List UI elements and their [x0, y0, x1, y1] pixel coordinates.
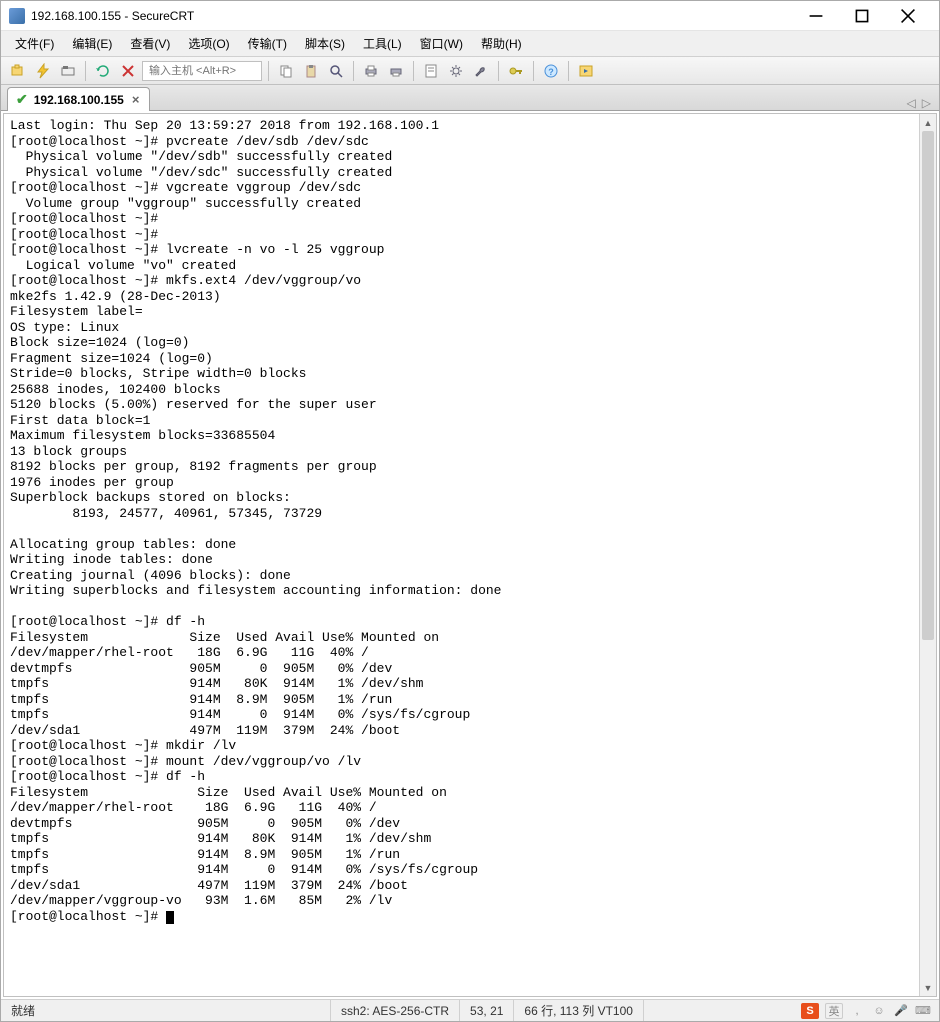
- securefx-button[interactable]: [575, 60, 597, 82]
- tab-nav: ◁ ▷: [907, 96, 931, 110]
- fx-icon: [578, 63, 594, 79]
- options-button[interactable]: [445, 60, 467, 82]
- menu-view[interactable]: 查看(V): [122, 32, 178, 55]
- print-screen-icon: [388, 63, 404, 79]
- scrollbar[interactable]: ▲ ▼: [919, 114, 936, 996]
- key-button[interactable]: [505, 60, 527, 82]
- copy-button[interactable]: [275, 60, 297, 82]
- disconnect-button[interactable]: [117, 60, 139, 82]
- connect-bar-button[interactable]: [57, 60, 79, 82]
- maximize-icon: [854, 8, 870, 24]
- find-button[interactable]: [325, 60, 347, 82]
- scroll-thumb[interactable]: [922, 131, 934, 640]
- status-protocol: ssh2: AES-256-CTR: [331, 1000, 460, 1021]
- tab-nav-right[interactable]: ▷: [922, 96, 931, 110]
- close-icon: [900, 8, 916, 24]
- menu-help[interactable]: 帮助(H): [473, 32, 530, 55]
- separator: [533, 61, 534, 81]
- find-icon: [328, 63, 344, 79]
- close-button[interactable]: [885, 1, 931, 31]
- scroll-track[interactable]: [920, 131, 936, 979]
- refresh-icon: [95, 63, 111, 79]
- separator: [85, 61, 86, 81]
- ime-lang[interactable]: 英: [825, 1003, 843, 1019]
- wrench-icon: [473, 63, 489, 79]
- menu-window[interactable]: 窗口(W): [412, 32, 471, 55]
- menu-tools[interactable]: 工具(L): [355, 32, 410, 55]
- menu-options[interactable]: 选项(O): [180, 32, 237, 55]
- terminal-container: Last login: Thu Sep 20 13:59:27 2018 fro…: [3, 113, 937, 997]
- key-icon: [508, 63, 524, 79]
- disconnect-icon: [120, 63, 136, 79]
- system-tray: S 英 , ☺ 🎤 ⌨: [793, 1003, 939, 1019]
- tab-bar: ✔ 192.168.100.155 × ◁ ▷: [1, 85, 939, 111]
- scroll-up-button[interactable]: ▲: [920, 114, 936, 131]
- paste-icon: [303, 63, 319, 79]
- tab-nav-left[interactable]: ◁: [907, 96, 916, 110]
- minimize-button[interactable]: [793, 1, 839, 31]
- ime-punct-icon[interactable]: ,: [849, 1003, 865, 1019]
- properties-icon: [423, 63, 439, 79]
- terminal-cursor: [166, 911, 174, 924]
- window-title: 192.168.100.155 - SecureCRT: [31, 9, 793, 23]
- status-ready: 就绪: [1, 1000, 331, 1021]
- print-icon: [363, 63, 379, 79]
- window-titlebar: 192.168.100.155 - SecureCRT: [1, 1, 939, 31]
- separator: [413, 61, 414, 81]
- ime-keyboard-icon[interactable]: ⌨: [915, 1003, 931, 1019]
- terminal[interactable]: Last login: Thu Sep 20 13:59:27 2018 fro…: [4, 114, 919, 996]
- tab-close-button[interactable]: ×: [130, 92, 142, 107]
- status-size: 66 行, 113 列 VT100: [514, 1000, 644, 1021]
- separator: [268, 61, 269, 81]
- quick-connect-button[interactable]: [32, 60, 54, 82]
- status-bar: 就绪 ssh2: AES-256-CTR 53, 21 66 行, 113 列 …: [1, 999, 939, 1021]
- help-button[interactable]: ?: [540, 60, 562, 82]
- separator: [568, 61, 569, 81]
- session-tab[interactable]: ✔ 192.168.100.155 ×: [7, 87, 150, 111]
- reconnect-button[interactable]: [92, 60, 114, 82]
- lightning-icon: [35, 63, 51, 79]
- connect-button[interactable]: [7, 60, 29, 82]
- app-icon: [9, 8, 25, 24]
- help-icon: ?: [543, 63, 559, 79]
- menu-file[interactable]: 文件(F): [7, 32, 62, 55]
- ime-emoji-icon[interactable]: ☺: [871, 1003, 887, 1019]
- ime-mic-icon[interactable]: 🎤: [893, 1003, 909, 1019]
- print-button[interactable]: [360, 60, 382, 82]
- copy-icon: [278, 63, 294, 79]
- ime-icon[interactable]: S: [801, 1003, 819, 1019]
- minimize-icon: [808, 8, 824, 24]
- tab-label: 192.168.100.155: [34, 93, 124, 107]
- menu-edit[interactable]: 编辑(E): [64, 32, 120, 55]
- maximize-button[interactable]: [839, 1, 885, 31]
- tab-icon: [60, 63, 76, 79]
- separator: [353, 61, 354, 81]
- scroll-down-button[interactable]: ▼: [920, 979, 936, 996]
- connect-icon: [10, 63, 26, 79]
- toolbar: ?: [1, 57, 939, 85]
- gear-icon: [448, 63, 464, 79]
- menu-script[interactable]: 脚本(S): [297, 32, 353, 55]
- host-input[interactable]: [142, 61, 262, 81]
- check-icon: ✔: [16, 91, 28, 108]
- svg-text:?: ?: [548, 67, 554, 77]
- session-options-button[interactable]: [470, 60, 492, 82]
- menu-transfer[interactable]: 传输(T): [240, 32, 295, 55]
- separator: [498, 61, 499, 81]
- status-cursor: 53, 21: [460, 1000, 514, 1021]
- properties-button[interactable]: [420, 60, 442, 82]
- print-screen-button[interactable]: [385, 60, 407, 82]
- paste-button[interactable]: [300, 60, 322, 82]
- menu-bar: 文件(F) 编辑(E) 查看(V) 选项(O) 传输(T) 脚本(S) 工具(L…: [1, 31, 939, 57]
